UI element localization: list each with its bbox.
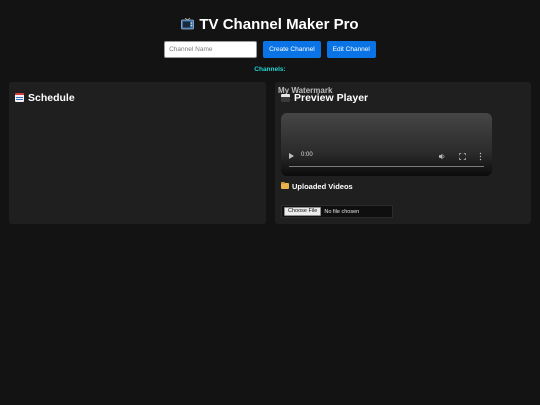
clapper-board-icon <box>281 94 290 102</box>
app-title-row: TV Channel Maker Pro <box>0 14 540 36</box>
television-icon <box>181 14 195 36</box>
play-icon[interactable] <box>289 153 294 159</box>
create-channel-button[interactable]: Create Channel <box>263 41 321 58</box>
app-root: TV Channel Maker Pro Create Channel Edit… <box>0 0 540 405</box>
preview-panel: My Watermark Preview Player 0:00 Uploade… <box>275 82 531 224</box>
fullscreen-icon[interactable] <box>459 153 466 160</box>
file-status-text: No file chosen <box>324 208 360 215</box>
video-controls: 0:00 <box>281 150 492 164</box>
uploaded-videos-header: Uploaded Videos <box>281 181 353 191</box>
time-display: 0:00 <box>301 152 313 158</box>
channel-name-input[interactable] <box>164 41 258 58</box>
video-progress-bar[interactable] <box>289 166 484 167</box>
more-options-icon[interactable] <box>479 152 482 161</box>
edit-channel-button[interactable]: Edit Channel <box>326 41 376 58</box>
schedule-title: Schedule <box>28 92 75 104</box>
schedule-header: Schedule <box>15 91 75 105</box>
video-player[interactable]: 0:00 <box>281 113 492 176</box>
calendar-icon <box>15 93 24 102</box>
choose-file-button[interactable]: Choose File <box>284 207 322 216</box>
file-upload-input[interactable]: Choose File No file chosen <box>281 205 393 218</box>
app-title: TV Channel Maker Pro <box>199 16 359 33</box>
channels-label: Channels: <box>254 66 286 73</box>
folder-icon <box>281 181 289 189</box>
uploaded-videos-title: Uploaded Videos <box>292 182 353 191</box>
volume-icon[interactable] <box>439 153 446 160</box>
watermark-text: My Watermark <box>278 86 333 95</box>
schedule-panel: Schedule <box>9 82 266 224</box>
channel-controls: Create Channel Edit Channel <box>0 41 540 58</box>
